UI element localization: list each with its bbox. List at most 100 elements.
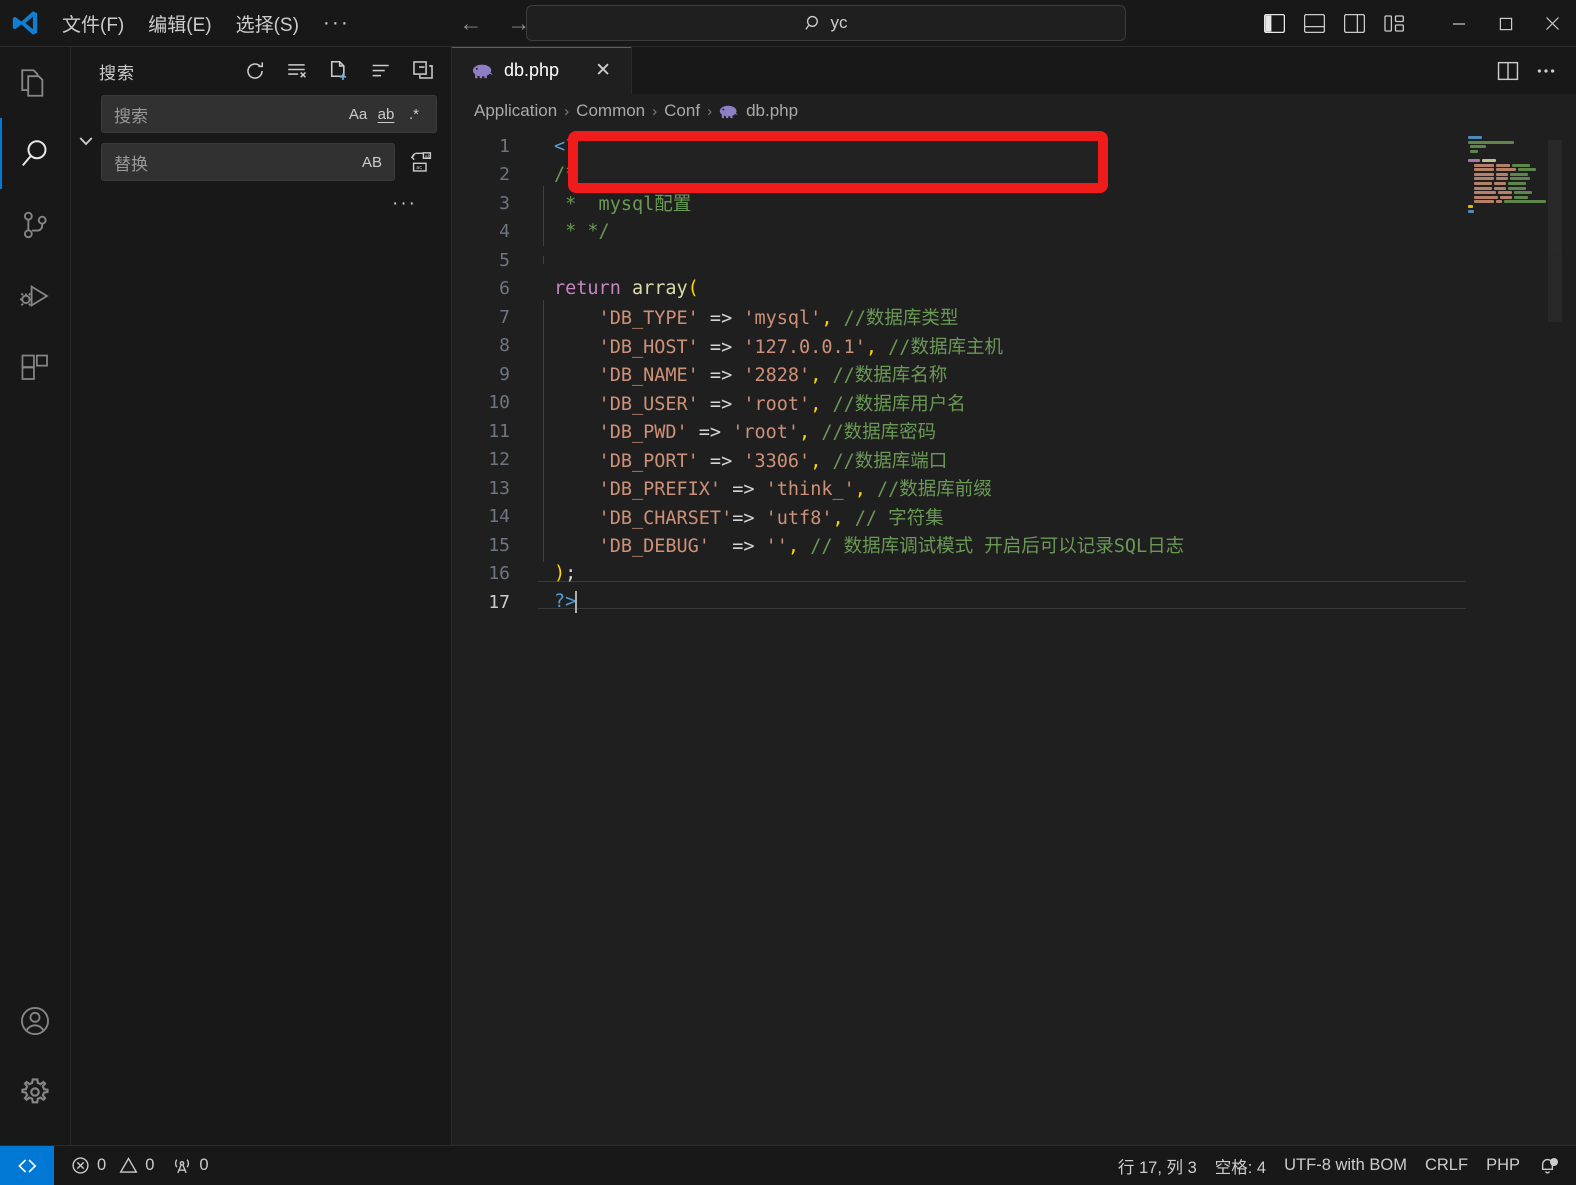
- toggle-panel-icon[interactable]: [1299, 9, 1329, 39]
- line-content: /*flag{uu7hPbw7dkTd1w8BfxsASLREVnGdQX}: [538, 164, 977, 185]
- minimize-button[interactable]: [1435, 0, 1482, 47]
- ports-status[interactable]: 0: [163, 1146, 217, 1185]
- toggle-secondary-sidebar-icon[interactable]: [1339, 9, 1369, 39]
- search-more-actions-button[interactable]: ···: [384, 191, 425, 217]
- minimap[interactable]: [1466, 136, 1562, 376]
- close-icon[interactable]: ✕: [591, 59, 615, 82]
- line-content: 'DB_DEBUG' => '', // 数据库调试模式 开启后可以记录SQL日…: [538, 528, 1184, 563]
- line-content: 'DB_TYPE' => 'mysql', //数据库类型: [538, 300, 958, 335]
- split-editor-icon[interactable]: [1492, 55, 1524, 87]
- command-center-text: yc: [830, 13, 848, 32]
- activity-accounts[interactable]: [0, 985, 71, 1056]
- menu-select[interactable]: 选择(S): [224, 6, 311, 41]
- code-line: 7 'DB_TYPE' => 'mysql', //数据库类型: [452, 300, 1576, 335]
- line-number: 8: [499, 335, 510, 357]
- notifications-status[interactable]: [1529, 1146, 1566, 1185]
- activity-settings[interactable]: [0, 1056, 71, 1127]
- remote-window-icon[interactable]: [0, 1145, 54, 1185]
- activity-run-debug[interactable]: [0, 260, 71, 331]
- line-number: 3: [499, 192, 510, 214]
- indentation-status[interactable]: 空格: 4: [1206, 1146, 1275, 1185]
- refresh-icon[interactable]: [241, 57, 269, 85]
- menu-edit[interactable]: 编辑(E): [136, 6, 223, 41]
- list-icon[interactable]: [367, 57, 395, 85]
- breadcrumb-separator: ›: [564, 102, 570, 120]
- vscode-logo-icon: [0, 8, 50, 38]
- svg-text:ac: ac: [416, 165, 422, 171]
- close-button[interactable]: [1529, 0, 1576, 47]
- problems-status[interactable]: 0 0: [62, 1146, 163, 1185]
- command-center[interactable]: yc: [526, 5, 1126, 41]
- error-icon: [71, 1156, 90, 1175]
- line-content: 'DB_CHARSET'=> 'utf8', // 字符集: [538, 499, 944, 534]
- line-content: 'DB_PORT' => '3306', //数据库端口: [538, 442, 947, 477]
- use-regex-toggle[interactable]: .*: [400, 100, 428, 128]
- eol-status[interactable]: CRLF: [1416, 1146, 1477, 1185]
- match-whole-word-toggle[interactable]: ab: [372, 100, 400, 128]
- radio-tower-icon: [172, 1156, 192, 1175]
- line-number: 10: [488, 392, 510, 414]
- chevron-down-icon: [76, 131, 96, 151]
- breadcrumb-item-common[interactable]: Common: [576, 101, 645, 121]
- go-back-icon[interactable]: ←: [458, 10, 484, 37]
- activity-search[interactable]: [0, 118, 71, 189]
- search-input[interactable]: 搜索 Aa ab .*: [101, 95, 437, 133]
- line-number: 9: [499, 363, 510, 385]
- breadcrumb-item-application[interactable]: Application: [474, 101, 557, 121]
- line-content: * */: [538, 217, 610, 247]
- code-editor[interactable]: 1 <?php 2 /*flag{uu7hPbw7dkTd1w8BfxsASLREV…: [452, 128, 1576, 1145]
- cursor-position-status[interactable]: 行 17, 列 3: [1109, 1146, 1206, 1185]
- collapse-all-icon[interactable]: [409, 57, 437, 85]
- line-number: 17: [488, 591, 510, 613]
- toggle-replace-button[interactable]: [71, 95, 101, 217]
- layout-controls: [1259, 9, 1409, 39]
- breadcrumb-item-db-php[interactable]: db.php: [746, 101, 798, 121]
- line-number: 16: [488, 563, 510, 585]
- ellipsis-icon[interactable]: [1530, 55, 1562, 87]
- encoding-status[interactable]: UTF-8 with BOM: [1275, 1146, 1416, 1185]
- new-file-icon[interactable]: [325, 57, 353, 85]
- bell-icon: [1538, 1156, 1558, 1175]
- menu-file[interactable]: 文件(F): [50, 6, 136, 41]
- flag-comment: /*flag{uu7hPbw7dkTd1w8BfxsASLREVnGdQX}: [554, 164, 978, 186]
- sidebar-actions: [241, 57, 437, 85]
- language-mode-status[interactable]: PHP: [1477, 1146, 1529, 1185]
- status-bar: 0 0 0 行 17, 列 3 空格: 4 UTF-8 with BOM CRL…: [0, 1145, 1576, 1185]
- code-line: 16);: [452, 560, 1576, 589]
- match-case-toggle[interactable]: Aa: [344, 100, 372, 128]
- menu-overflow-button[interactable]: ···: [311, 11, 362, 35]
- code-line: 2 /*flag{uu7hPbw7dkTd1w8BfxsASLREVnGdQX}: [452, 161, 1576, 190]
- code-line: 6 return array(: [452, 275, 1576, 304]
- php-elephant-icon: [472, 63, 494, 79]
- replace-input[interactable]: 替换 AB: [101, 143, 395, 181]
- activity-extensions[interactable]: [0, 331, 71, 402]
- line-number: 5: [499, 249, 510, 271]
- customize-layout-icon[interactable]: [1379, 9, 1409, 39]
- line-content: );: [554, 563, 577, 585]
- line-content: 'DB_PREFIX' => 'think_', //数据库前缀: [538, 471, 992, 506]
- search-fields: 搜索 Aa ab .* 替换 AB ab ac ···: [101, 95, 437, 217]
- maximize-button[interactable]: [1482, 0, 1529, 47]
- svg-text:ab: ab: [425, 153, 431, 159]
- activity-source-control[interactable]: [0, 189, 71, 260]
- toggle-primary-sidebar-icon[interactable]: [1259, 9, 1289, 39]
- error-count: 0: [97, 1156, 107, 1174]
- sidebar-title: 搜索: [99, 63, 135, 83]
- editor-scrollbar[interactable]: [1548, 140, 1562, 322]
- activity-bar: [0, 47, 71, 1145]
- line-number: 12: [488, 449, 510, 471]
- preserve-case-toggle[interactable]: AB: [358, 148, 386, 176]
- tab-db-php[interactable]: db.php ✕: [452, 47, 632, 94]
- breadcrumb-item-conf[interactable]: Conf: [664, 101, 700, 121]
- code-line: 12 'DB_PORT' => '3306', //数据库端口: [452, 442, 1576, 477]
- replace-all-icon[interactable]: ab ac: [405, 146, 437, 178]
- line-number: 13: [488, 477, 510, 499]
- navigation-arrows: ← →: [458, 10, 532, 37]
- clear-all-icon[interactable]: [283, 57, 311, 85]
- activity-explorer[interactable]: [0, 47, 71, 118]
- php-elephant-icon: [719, 104, 739, 119]
- line-content: 'DB_PWD' => 'root', //数据库密码: [538, 414, 936, 449]
- vscode-window: 文件(F) 编辑(E) 选择(S) ··· ← → yc 搜索 搜索 Aa ab…: [0, 0, 1576, 1185]
- line-content: 'DB_USER' => 'root', //数据库用户名: [538, 385, 966, 420]
- code-line: 14 'DB_CHARSET'=> 'utf8', // 字符集: [452, 499, 1576, 534]
